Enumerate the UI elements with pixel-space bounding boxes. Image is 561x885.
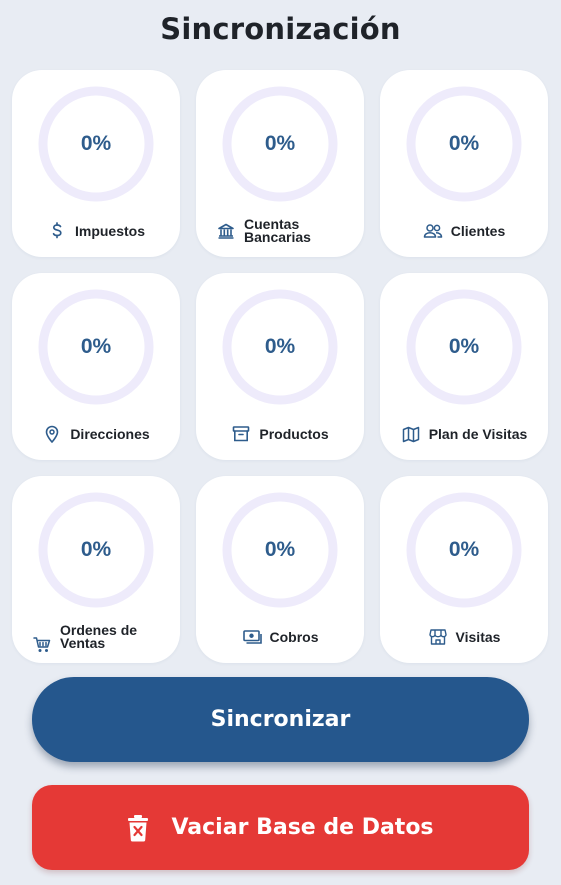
users-icon [423, 221, 443, 241]
trash-icon [127, 814, 149, 842]
card-label: Plan de Visitas [380, 418, 548, 450]
bank-icon [216, 221, 236, 241]
progress-percent: 0% [80, 538, 112, 561]
card-label-text: Impuestos [74, 222, 145, 239]
sync-button[interactable]: Sincronizar [32, 677, 529, 762]
map-icon [401, 424, 421, 444]
card-label: Cuentas Bancarias [196, 215, 364, 247]
sync-card-clientes[interactable]: 0% Clientes [380, 70, 548, 257]
card-label: Ordenes de Ventas [12, 621, 180, 653]
sync-card-plan-de-visitas[interactable]: 0% Plan de Visitas [380, 273, 548, 460]
sync-modules-grid: 0% Impuestos 0% Cuentas Bancarias 0% Cli… [12, 70, 548, 663]
card-label: Direcciones [12, 418, 180, 450]
card-label-text: Clientes [450, 222, 506, 239]
progress-percent: 0% [264, 132, 296, 155]
card-label-text: Cobros [269, 628, 319, 645]
sync-card-cuentas-bancarias[interactable]: 0% Cuentas Bancarias [196, 70, 364, 257]
card-label-text: Plan de Visitas [428, 425, 528, 442]
card-label: Clientes [380, 215, 548, 247]
card-label-text: Ordenes de Ventas [60, 622, 138, 651]
store-icon [428, 627, 448, 647]
card-label: Visitas [380, 621, 548, 653]
clear-database-button[interactable]: Vaciar Base de Datos [32, 785, 529, 870]
page-title: Sincronización [160, 12, 401, 46]
progress-percent: 0% [448, 538, 480, 561]
cart-icon [32, 635, 52, 655]
card-label-text: Productos [259, 425, 329, 442]
sync-card-ordenes-de-ventas[interactable]: 0% Ordenes de Ventas [12, 476, 180, 663]
progress-percent: 0% [264, 538, 296, 561]
card-label: Impuestos [12, 215, 180, 247]
card-label-text: Cuentas Bancarias [244, 216, 311, 245]
progress-percent: 0% [448, 132, 480, 155]
progress-percent: 0% [264, 335, 296, 358]
sync-card-productos[interactable]: 0% Productos [196, 273, 364, 460]
dollar-icon [47, 221, 67, 241]
map-pin-icon [42, 424, 62, 444]
sync-card-direcciones[interactable]: 0% Direcciones [12, 273, 180, 460]
card-label: Productos [196, 418, 364, 450]
card-label: Cobros [196, 621, 364, 653]
sync-card-cobros[interactable]: 0% Cobros [196, 476, 364, 663]
sync-button-label: Sincronizar [210, 707, 351, 732]
clear-database-label: Vaciar Base de Datos [171, 815, 434, 840]
sync-card-visitas[interactable]: 0% Visitas [380, 476, 548, 663]
archive-box-icon [231, 424, 251, 444]
sync-card-impuestos[interactable]: 0% Impuestos [12, 70, 180, 257]
card-label-text: Visitas [455, 628, 501, 645]
progress-percent: 0% [448, 335, 480, 358]
card-label-text: Direcciones [70, 425, 150, 442]
progress-percent: 0% [80, 132, 112, 155]
money-icon [242, 627, 262, 647]
progress-percent: 0% [80, 335, 112, 358]
